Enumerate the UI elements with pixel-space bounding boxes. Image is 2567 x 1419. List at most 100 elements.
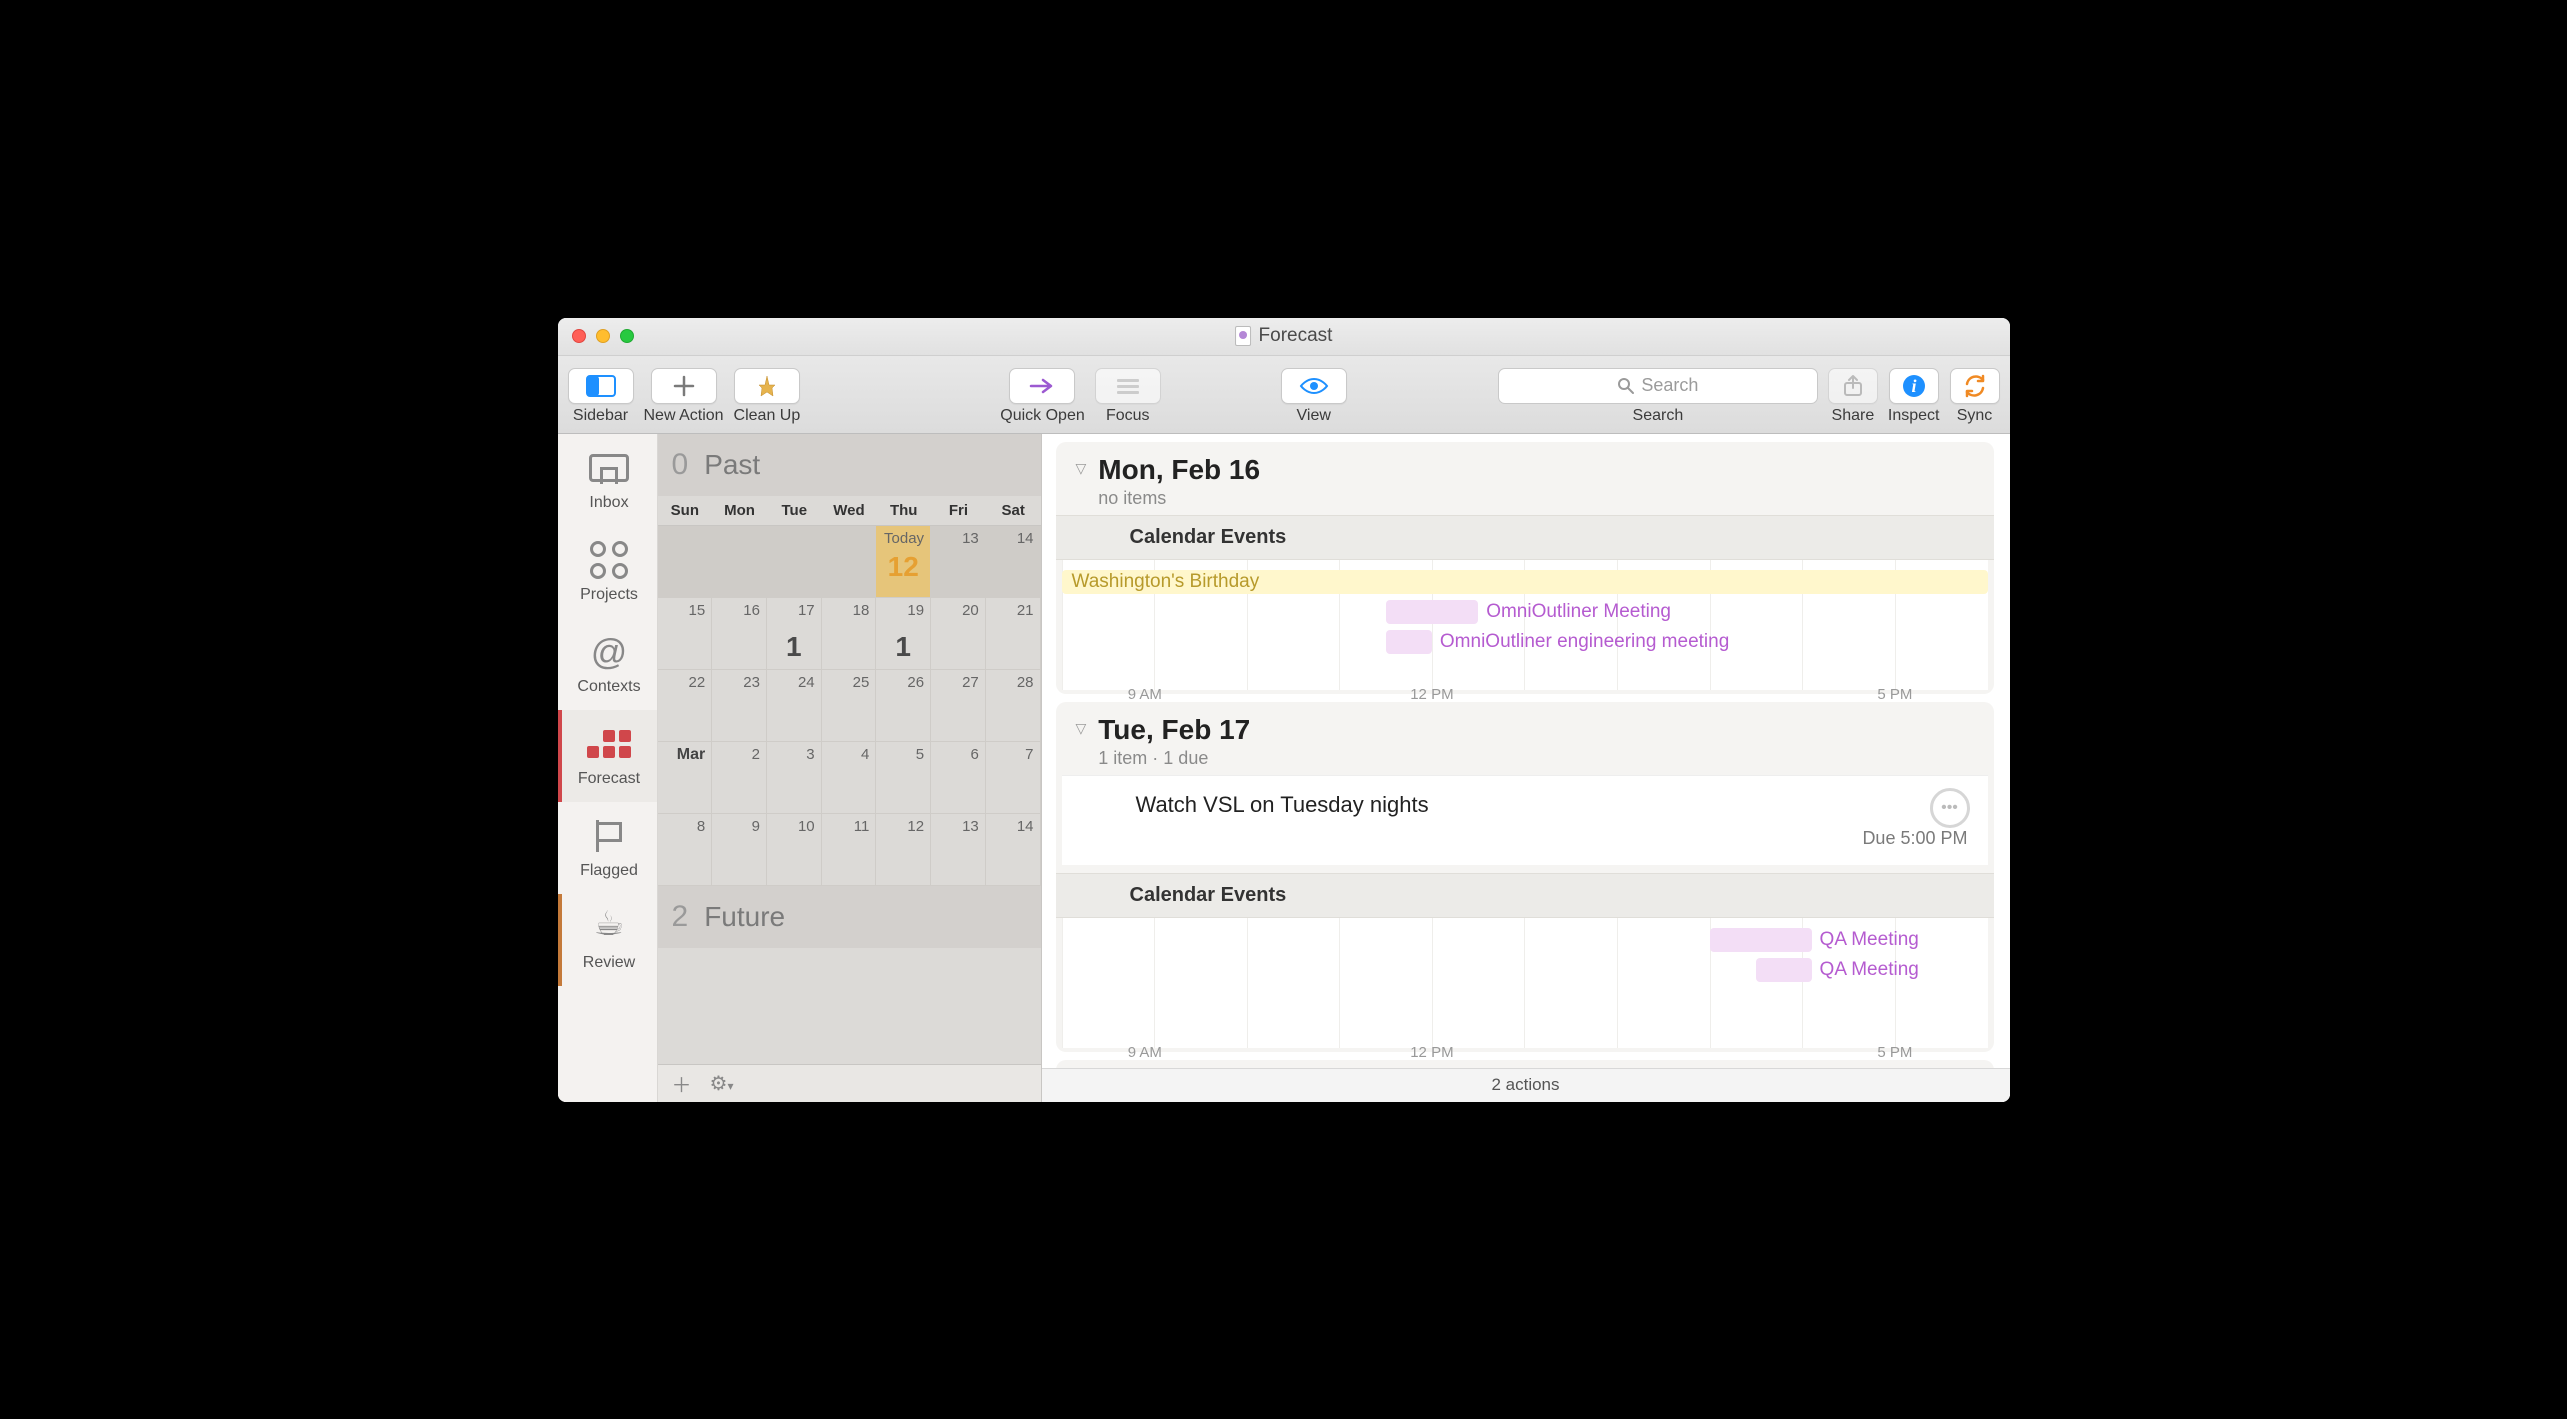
calendar-cell[interactable]: 6	[931, 742, 986, 814]
search-input[interactable]: Search	[1498, 368, 1818, 404]
calendar-cell[interactable]: 12	[876, 814, 931, 886]
calendar-cell[interactable]: 21	[986, 598, 1041, 670]
perspective-label: Flagged	[580, 862, 638, 880]
perspective-projects[interactable]: Projects	[558, 526, 657, 618]
settings-icon[interactable]: ⚙︎▾	[710, 1071, 734, 1096]
task-due: Due 5:00 PM	[1136, 828, 1968, 849]
day-subtitle: no items	[1098, 488, 1260, 509]
calendar-cell[interactable]: Today12	[876, 526, 931, 598]
perspective-label: Projects	[580, 586, 638, 604]
calendar-cell[interactable]: 18	[822, 598, 877, 670]
sidebar-button[interactable]	[568, 368, 634, 404]
focus-label: Focus	[1106, 407, 1150, 425]
calendar-cell[interactable]: 191	[876, 598, 931, 670]
future-label: Future	[704, 901, 785, 933]
perspective-contexts[interactable]: @ Contexts	[558, 618, 657, 710]
actions-count: 2 actions	[1491, 1075, 1559, 1095]
calendar-cell[interactable]: 8	[658, 814, 713, 886]
task-row[interactable]: Watch VSL on Tuesday nights Due 5:00 PM …	[1062, 775, 1988, 865]
perspective-review[interactable]: ☕︎ Review	[558, 894, 657, 986]
perspective-flagged[interactable]: Flagged	[558, 802, 657, 894]
timeline: QA MeetingQA Meeting9 AM 12 PM 5 PM	[1062, 918, 1988, 1048]
close-window-button[interactable]	[572, 329, 586, 343]
calendar-cell[interactable]: 171	[767, 598, 822, 670]
perspective-forecast[interactable]: Forecast	[558, 710, 657, 802]
day-subtitle: 1 item · 1 due	[1098, 748, 1250, 769]
clean-up-button[interactable]	[734, 368, 800, 404]
perspective-label: Forecast	[578, 770, 640, 788]
weekday-header: Sun Mon Tue Wed Thu Fri Sat	[658, 496, 1041, 526]
calendar-cell[interactable]: 13	[931, 526, 986, 598]
event-label: OmniOutliner Meeting	[1486, 601, 1671, 623]
calendar-cell[interactable]: 2	[712, 742, 767, 814]
calendar-cell[interactable]: 4	[822, 742, 877, 814]
calendar-cell[interactable]: 10	[767, 814, 822, 886]
task-status-circle[interactable]: •••	[1930, 788, 1970, 828]
calendar-cell[interactable]: 9	[712, 814, 767, 886]
sync-label: Sync	[1957, 407, 1993, 425]
new-action-label: New Action	[644, 407, 724, 425]
inbox-icon	[589, 454, 629, 482]
sync-button[interactable]	[1950, 368, 2000, 404]
calendar-cell[interactable]: 5	[876, 742, 931, 814]
zoom-window-button[interactable]	[620, 329, 634, 343]
perspective-label: Inbox	[589, 494, 628, 512]
calendar-cell[interactable]: 7	[986, 742, 1041, 814]
day-section: ▽ Tue, Feb 17 1 item · 1 dueWatch VSL on…	[1056, 702, 1994, 1052]
perspective-inbox[interactable]: Inbox	[558, 434, 657, 526]
search-icon	[1617, 377, 1635, 395]
day-section: ▽ Mon, Feb 16 no itemsCalendar EventsWas…	[1056, 442, 1994, 694]
inspect-button[interactable]: i	[1889, 368, 1939, 404]
review-icon: ☕︎	[588, 906, 630, 942]
event-bar[interactable]: OmniOutliner engineering meeting	[1386, 630, 1432, 654]
calendar-cell[interactable]	[712, 526, 767, 598]
titlebar: Forecast	[558, 318, 2010, 356]
event-bar[interactable]: Washington's Birthday	[1062, 570, 1988, 594]
disclosure-icon[interactable]: ▽	[1076, 720, 1087, 737]
calendar-cell[interactable]: 14	[986, 526, 1041, 598]
view-button[interactable]	[1281, 368, 1347, 404]
clean-up-label: Clean Up	[734, 407, 801, 425]
calendar-cell[interactable]	[767, 526, 822, 598]
forecast-icon	[587, 730, 631, 758]
window-title: Forecast	[1259, 325, 1333, 347]
calendar-cell[interactable]: 27	[931, 670, 986, 742]
event-label: QA Meeting	[1820, 959, 1919, 981]
calendar-cell[interactable]: 3	[767, 742, 822, 814]
view-label: View	[1297, 407, 1331, 425]
disclosure-icon[interactable]: ▽	[1076, 460, 1087, 477]
new-action-button[interactable]	[651, 368, 717, 404]
calendar-cell[interactable]: Mar	[658, 742, 713, 814]
share-button[interactable]	[1828, 368, 1878, 404]
day-section: ▽ Wed, Feb 18	[1056, 1060, 1994, 1068]
event-label: Washington's Birthday	[1072, 571, 1260, 593]
calendar-cell[interactable]: 24	[767, 670, 822, 742]
add-icon[interactable]: ＋	[672, 1069, 692, 1098]
flag-icon	[594, 820, 624, 852]
calendar-grid: Today12131415161711819120212223242526272…	[658, 526, 1041, 886]
calendar-cell[interactable]: 13	[931, 814, 986, 886]
future-row[interactable]: 2 Future	[658, 886, 1041, 948]
calendar-cell[interactable]: 14	[986, 814, 1041, 886]
calendar-cell[interactable]: 22	[658, 670, 713, 742]
calendar-cell[interactable]: 25	[822, 670, 877, 742]
calendar-cell[interactable]: 20	[931, 598, 986, 670]
calendar-cell[interactable]: 23	[712, 670, 767, 742]
task-title: Watch VSL on Tuesday nights	[1136, 792, 1968, 818]
calendar-cell[interactable]	[822, 526, 877, 598]
focus-button[interactable]	[1095, 368, 1161, 404]
event-bar[interactable]: OmniOutliner Meeting	[1386, 600, 1479, 624]
calendar-cell[interactable]	[658, 526, 713, 598]
svg-text:i: i	[1911, 376, 1916, 396]
calendar-cell[interactable]: 15	[658, 598, 713, 670]
event-bar[interactable]: QA Meeting	[1710, 928, 1812, 952]
calendar-cell[interactable]: 16	[712, 598, 767, 670]
calendar-cell[interactable]: 28	[986, 670, 1041, 742]
detail-column: ▽ Mon, Feb 16 no itemsCalendar EventsWas…	[1042, 434, 2010, 1102]
event-bar[interactable]: QA Meeting	[1756, 958, 1812, 982]
calendar-cell[interactable]: 26	[876, 670, 931, 742]
minimize-window-button[interactable]	[596, 329, 610, 343]
calendar-cell[interactable]: 11	[822, 814, 877, 886]
past-row[interactable]: 0 Past	[658, 434, 1041, 496]
quick-open-button[interactable]	[1009, 368, 1075, 404]
